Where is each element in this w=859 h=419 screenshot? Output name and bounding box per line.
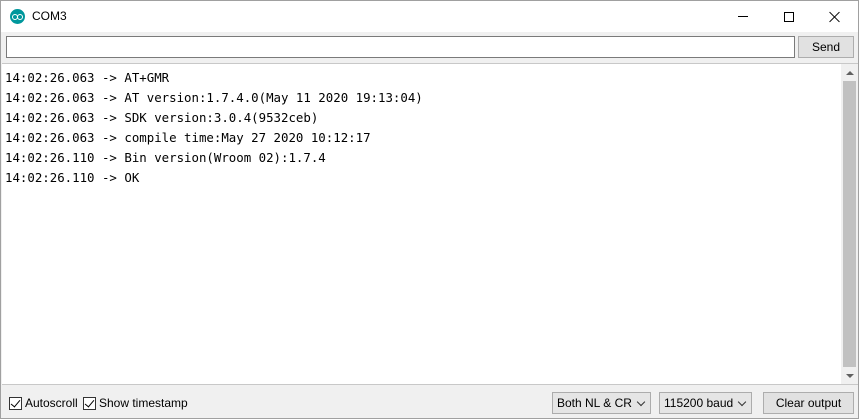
window-title: COM3 (32, 9, 67, 23)
baud-rate-value: 115200 baud (664, 396, 734, 410)
show-timestamp-checkbox[interactable] (83, 396, 96, 410)
minimize-button[interactable] (720, 1, 766, 32)
send-button[interactable]: Send (798, 36, 854, 58)
scroll-down-button[interactable] (841, 367, 858, 384)
output-line: 14:02:26.063 -> AT version:1.7.4.0(May 1… (5, 90, 423, 105)
clear-output-button[interactable]: Clear output (763, 392, 854, 414)
autoscroll-toggle[interactable]: Autoscroll (9, 396, 78, 410)
chevron-down-icon (737, 397, 747, 407)
vertical-scrollbar[interactable] (841, 64, 858, 384)
output-lines: 14:02:26.063 -> AT+GMR 14:02:26.063 -> A… (5, 68, 840, 188)
maximize-icon (784, 11, 794, 22)
show-timestamp-label: Show timestamp (99, 396, 188, 410)
checkmark-icon (10, 396, 21, 408)
close-icon (829, 11, 841, 23)
autoscroll-checkbox[interactable] (9, 396, 22, 410)
arduino-icon (10, 9, 25, 24)
show-timestamp-toggle[interactable]: Show timestamp (83, 396, 188, 410)
maximize-button[interactable] (766, 1, 812, 32)
minimize-icon (738, 16, 748, 17)
scroll-up-button[interactable] (841, 64, 858, 81)
output-line: 14:02:26.063 -> compile time:May 27 2020… (5, 130, 371, 145)
serial-monitor-window: COM3 Send 14:02:26.063 -> AT+GMR 14:02:2… (0, 0, 859, 419)
baud-rate-select[interactable]: 115200 baud (659, 392, 752, 414)
arrow-down-icon (845, 373, 854, 378)
output-line: 14:02:26.063 -> AT+GMR (5, 70, 170, 85)
line-ending-select[interactable]: Both NL & CR (552, 392, 651, 414)
chevron-down-icon (636, 397, 646, 407)
serial-output[interactable]: 14:02:26.063 -> AT+GMR 14:02:26.063 -> A… (2, 63, 858, 385)
line-ending-value: Both NL & CR (557, 396, 632, 410)
checkmark-icon (84, 396, 95, 408)
close-button[interactable] (812, 1, 858, 32)
output-line: 14:02:26.063 -> SDK version:3.0.4(9532ce… (5, 110, 319, 125)
title-bar[interactable]: COM3 (1, 1, 858, 32)
arrow-up-icon (845, 70, 854, 75)
output-line: 14:02:26.110 -> Bin version(Wroom 02):1.… (5, 150, 326, 165)
output-line: 14:02:26.110 -> OK (5, 170, 140, 185)
scrollbar-thumb[interactable] (843, 81, 856, 367)
serial-input[interactable] (6, 36, 795, 58)
autoscroll-label: Autoscroll (25, 396, 78, 410)
